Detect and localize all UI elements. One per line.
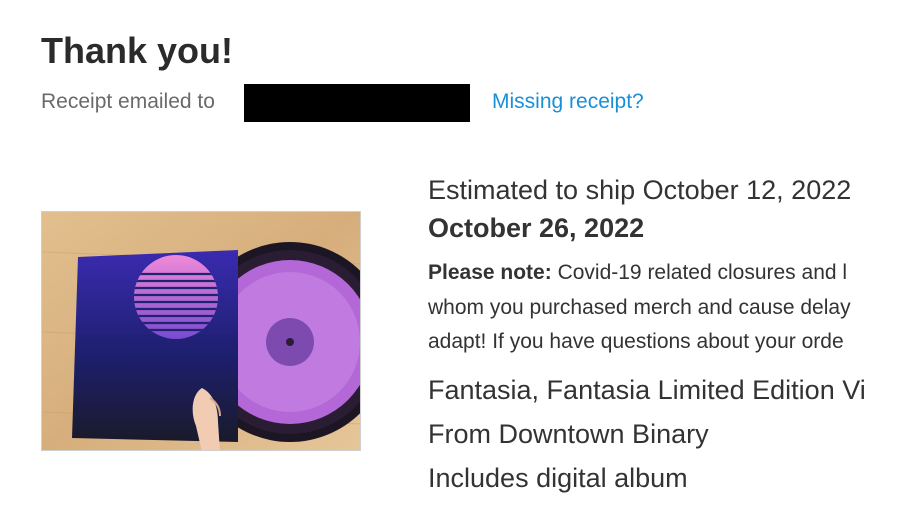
note-label: Please note:: [428, 261, 552, 284]
item-title: Fantasia, Fantasia Limited Edition Vi: [428, 374, 866, 405]
order-confirmation-page: Thank you! Receipt emailed to Missing re…: [0, 0, 908, 532]
order-details: Estimated to ship October 12, 2022 Octob…: [428, 172, 908, 500]
item-artist: From Downtown Binary: [428, 418, 709, 449]
product-image: [41, 211, 361, 451]
page-title: Thank you!: [41, 30, 234, 71]
note-text-line2: whom you purchased merch and cause delay: [428, 295, 851, 319]
redacted-email: [244, 84, 470, 122]
covid-note: Please note: Covid-19 related closures a…: [428, 256, 908, 360]
ship-estimate: Estimated to ship October 12, 2022: [428, 175, 852, 205]
missing-receipt-link[interactable]: Missing receipt?: [492, 90, 644, 114]
note-text-line1: Covid-19 related closures and l: [557, 261, 848, 284]
ship-estimate-end: October 26, 2022: [428, 213, 645, 243]
item-digital-album: Includes digital album: [428, 462, 688, 493]
receipt-emailed-label: Receipt emailed to: [41, 90, 215, 113]
vinyl-photo: [42, 212, 360, 450]
note-text-line3: adapt! If you have questions about your …: [428, 330, 844, 353]
